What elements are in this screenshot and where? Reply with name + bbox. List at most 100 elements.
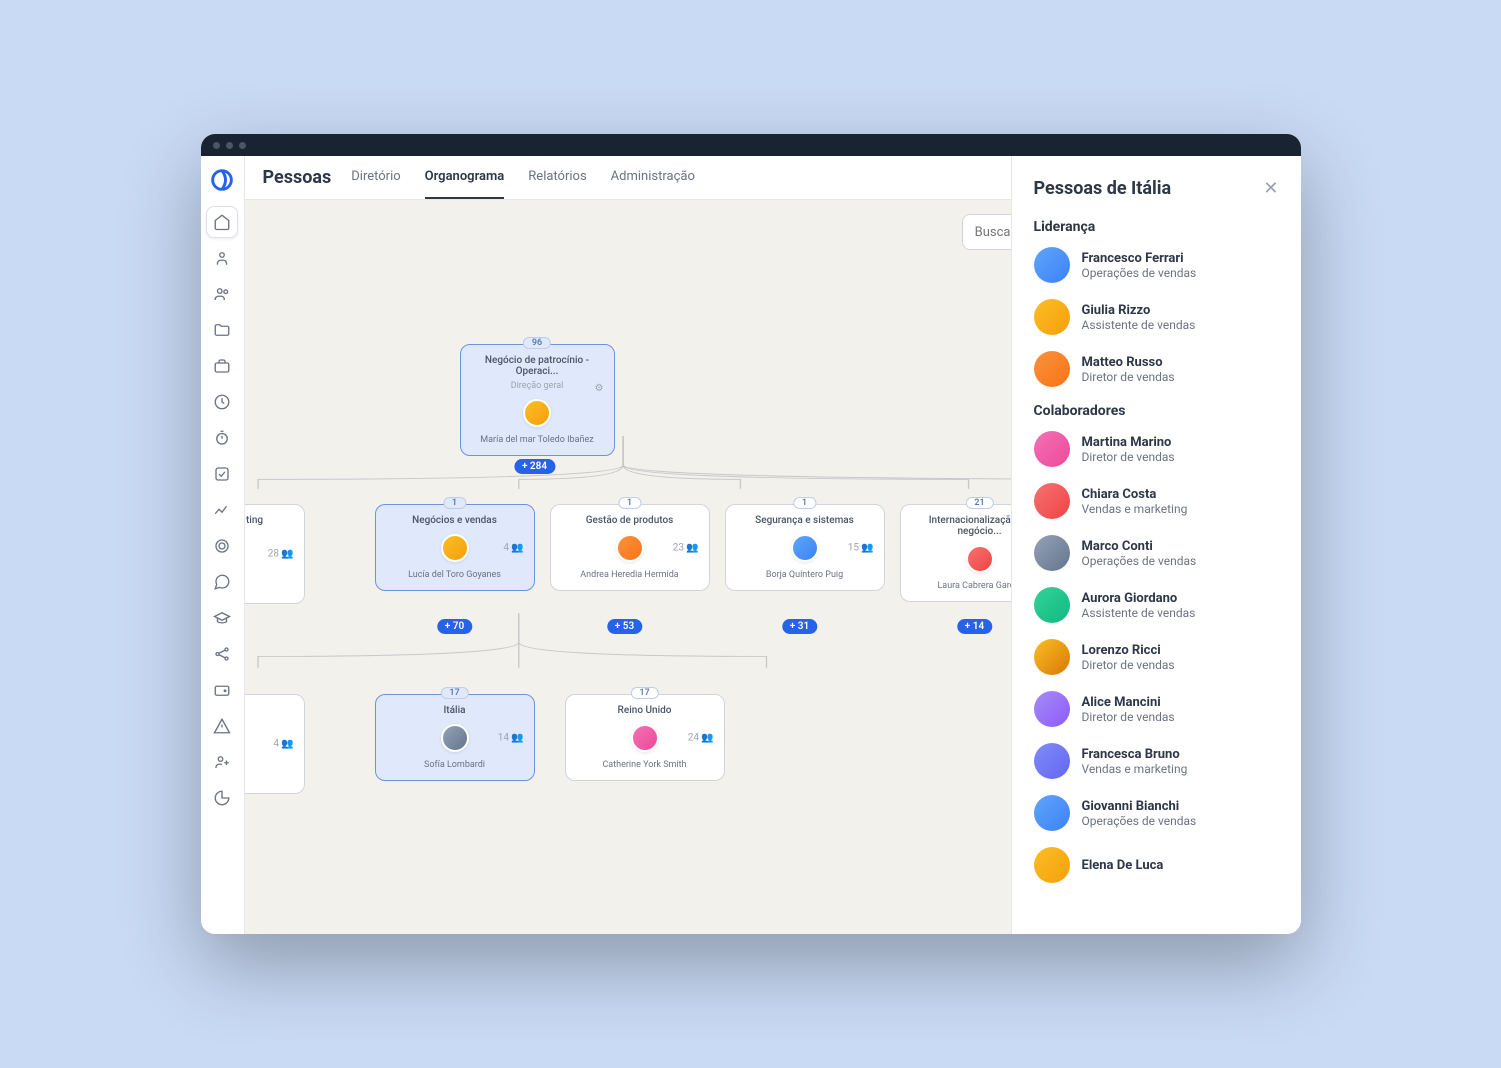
nav-wallet[interactable] <box>206 674 238 706</box>
nav-share[interactable] <box>206 638 238 670</box>
panel-title: Pessoas de Itália <box>1034 178 1172 199</box>
gear-icon[interactable]: ⚙ <box>595 383 604 394</box>
tab-administracao[interactable]: Administração <box>611 156 695 199</box>
person-row[interactable]: Giulia RizzoAssistente de vendas <box>1034 299 1279 335</box>
avatar <box>1034 587 1070 623</box>
window-close-dot[interactable] <box>213 142 220 149</box>
org-node-italia[interactable]: 17 Itália 14 👥 Sofía Lombardi <box>375 694 535 781</box>
expand-pill[interactable]: + 53 <box>607 619 642 634</box>
close-icon[interactable]: ✕ <box>1263 178 1278 199</box>
person-role: Diretor de vendas <box>1082 450 1175 464</box>
person-name: Chiara Costa <box>1082 487 1188 502</box>
person-name: Martina Marino <box>1082 435 1175 450</box>
node-count: 4 👥 <box>503 542 523 553</box>
nav-home[interactable] <box>206 206 238 238</box>
node-name: Laura Cabrera García <box>937 581 1021 591</box>
avatar <box>616 534 644 562</box>
nav-alert[interactable] <box>206 710 238 742</box>
avatar <box>1034 795 1070 831</box>
org-node-l3-partial[interactable]: 4 👥 tín <box>245 694 305 794</box>
person-row[interactable]: Aurora GiordanoAssistente de vendas <box>1034 587 1279 623</box>
node-title: ting <box>246 515 263 526</box>
avatar <box>1034 351 1070 387</box>
person-name: Marco Conti <box>1082 539 1197 554</box>
person-row[interactable]: Matteo RussoDiretor de vendas <box>1034 351 1279 387</box>
avatar <box>1034 847 1070 883</box>
avatar <box>1034 431 1070 467</box>
tab-relatorios[interactable]: Relatórios <box>528 156 586 199</box>
org-node-reino-unido[interactable]: 17 Reino Unido 24 👥 Catherine York Smith <box>565 694 725 781</box>
expand-pill[interactable]: + 31 <box>782 619 817 634</box>
tab-diretorio[interactable]: Diretório <box>351 156 400 199</box>
node-count: 15 👥 <box>848 542 874 553</box>
org-node-seguranca[interactable]: 1 Segurança e sistemas 15 👥 Borja Quinte… <box>725 504 885 591</box>
nav-add-person[interactable] <box>206 746 238 778</box>
nav-pie[interactable] <box>206 782 238 814</box>
node-count: 28 👥 <box>268 549 294 560</box>
avatar <box>1034 247 1070 283</box>
avatar <box>631 724 659 752</box>
person-row[interactable]: Martina MarinoDiretor de vendas <box>1034 431 1279 467</box>
person-row[interactable]: Francesco FerrariOperações de vendas <box>1034 247 1279 283</box>
nav-chart[interactable] <box>206 494 238 526</box>
node-name: Borja Quintero Puig <box>766 570 843 580</box>
nav-check[interactable] <box>206 458 238 490</box>
tabs: Diretório Organograma Relatórios Adminis… <box>351 156 695 199</box>
person-name: Giovanni Bianchi <box>1082 799 1197 814</box>
person-name: Lorenzo Ricci <box>1082 643 1175 658</box>
expand-pill[interactable]: + 70 <box>437 619 472 634</box>
node-title: Negócio de patrocínio - Operaci... <box>471 355 604 377</box>
person-row[interactable]: Giovanni BianchiOperações de vendas <box>1034 795 1279 831</box>
node-badge: 1 <box>618 497 641 509</box>
node-count: 4 👥 <box>273 739 293 750</box>
sidebar <box>201 156 245 934</box>
node-name: Andrea Heredia Hermida <box>580 570 678 580</box>
person-role: Diretor de vendas <box>1082 710 1175 724</box>
node-badge: 21 <box>965 497 993 509</box>
person-name: Giulia Rizzo <box>1082 303 1196 318</box>
person-row[interactable]: Francesca BrunoVendas e marketing <box>1034 743 1279 779</box>
org-node-produtos[interactable]: 1 Gestão de produtos 23 👥 Andrea Heredia… <box>550 504 710 591</box>
nav-timer[interactable] <box>206 422 238 454</box>
avatar <box>441 534 469 562</box>
person-name: Francesca Bruno <box>1082 747 1188 762</box>
window-min-dot[interactable] <box>226 142 233 149</box>
node-count: 23 👥 <box>673 542 699 553</box>
nav-person[interactable] <box>206 242 238 274</box>
nav-briefcase[interactable] <box>206 350 238 382</box>
nav-grad[interactable] <box>206 602 238 634</box>
logo-icon[interactable] <box>208 166 236 194</box>
org-node-marketing-partial[interactable]: ting 28 👥 <box>245 504 305 604</box>
node-name: María del mar Toledo Ibañez <box>480 435 593 445</box>
node-name: Lucía del Toro Goyanes <box>408 570 501 580</box>
avatar <box>966 545 994 573</box>
person-name: Elena De Luca <box>1082 858 1164 873</box>
nav-chat[interactable] <box>206 566 238 598</box>
tab-organograma[interactable]: Organograma <box>425 156 505 199</box>
person-role: Vendas e marketing <box>1082 762 1188 776</box>
person-row[interactable]: Alice ManciniDiretor de vendas <box>1034 691 1279 727</box>
avatar <box>1034 483 1070 519</box>
expand-pill[interactable]: + 14 <box>957 619 992 634</box>
person-row[interactable]: Lorenzo RicciDiretor de vendas <box>1034 639 1279 675</box>
node-badge: 1 <box>793 497 816 509</box>
expand-pill[interactable]: + 284 <box>514 459 555 474</box>
person-role: Operações de vendas <box>1082 554 1197 568</box>
nav-clock[interactable] <box>206 386 238 418</box>
avatar <box>441 724 469 752</box>
person-row[interactable]: Marco ContiOperações de vendas <box>1034 535 1279 571</box>
nav-target[interactable] <box>206 530 238 562</box>
person-name: Francesco Ferrari <box>1082 251 1197 266</box>
org-node-vendas[interactable]: 1 Negócios e vendas 4 👥 Lucía del Toro G… <box>375 504 535 591</box>
nav-people[interactable] <box>206 278 238 310</box>
person-name: Matteo Russo <box>1082 355 1175 370</box>
nav-folder[interactable] <box>206 314 238 346</box>
person-role: Assistente de vendas <box>1082 318 1196 332</box>
window-max-dot[interactable] <box>239 142 246 149</box>
titlebar <box>201 134 1301 156</box>
person-row[interactable]: Elena De Luca <box>1034 847 1279 883</box>
section-colaboradores: Colaboradores <box>1034 403 1279 419</box>
person-row[interactable]: Chiara CostaVendas e marketing <box>1034 483 1279 519</box>
org-node-root[interactable]: 96 Negócio de patrocínio - Operaci... Di… <box>460 344 615 456</box>
avatar <box>1034 299 1070 335</box>
